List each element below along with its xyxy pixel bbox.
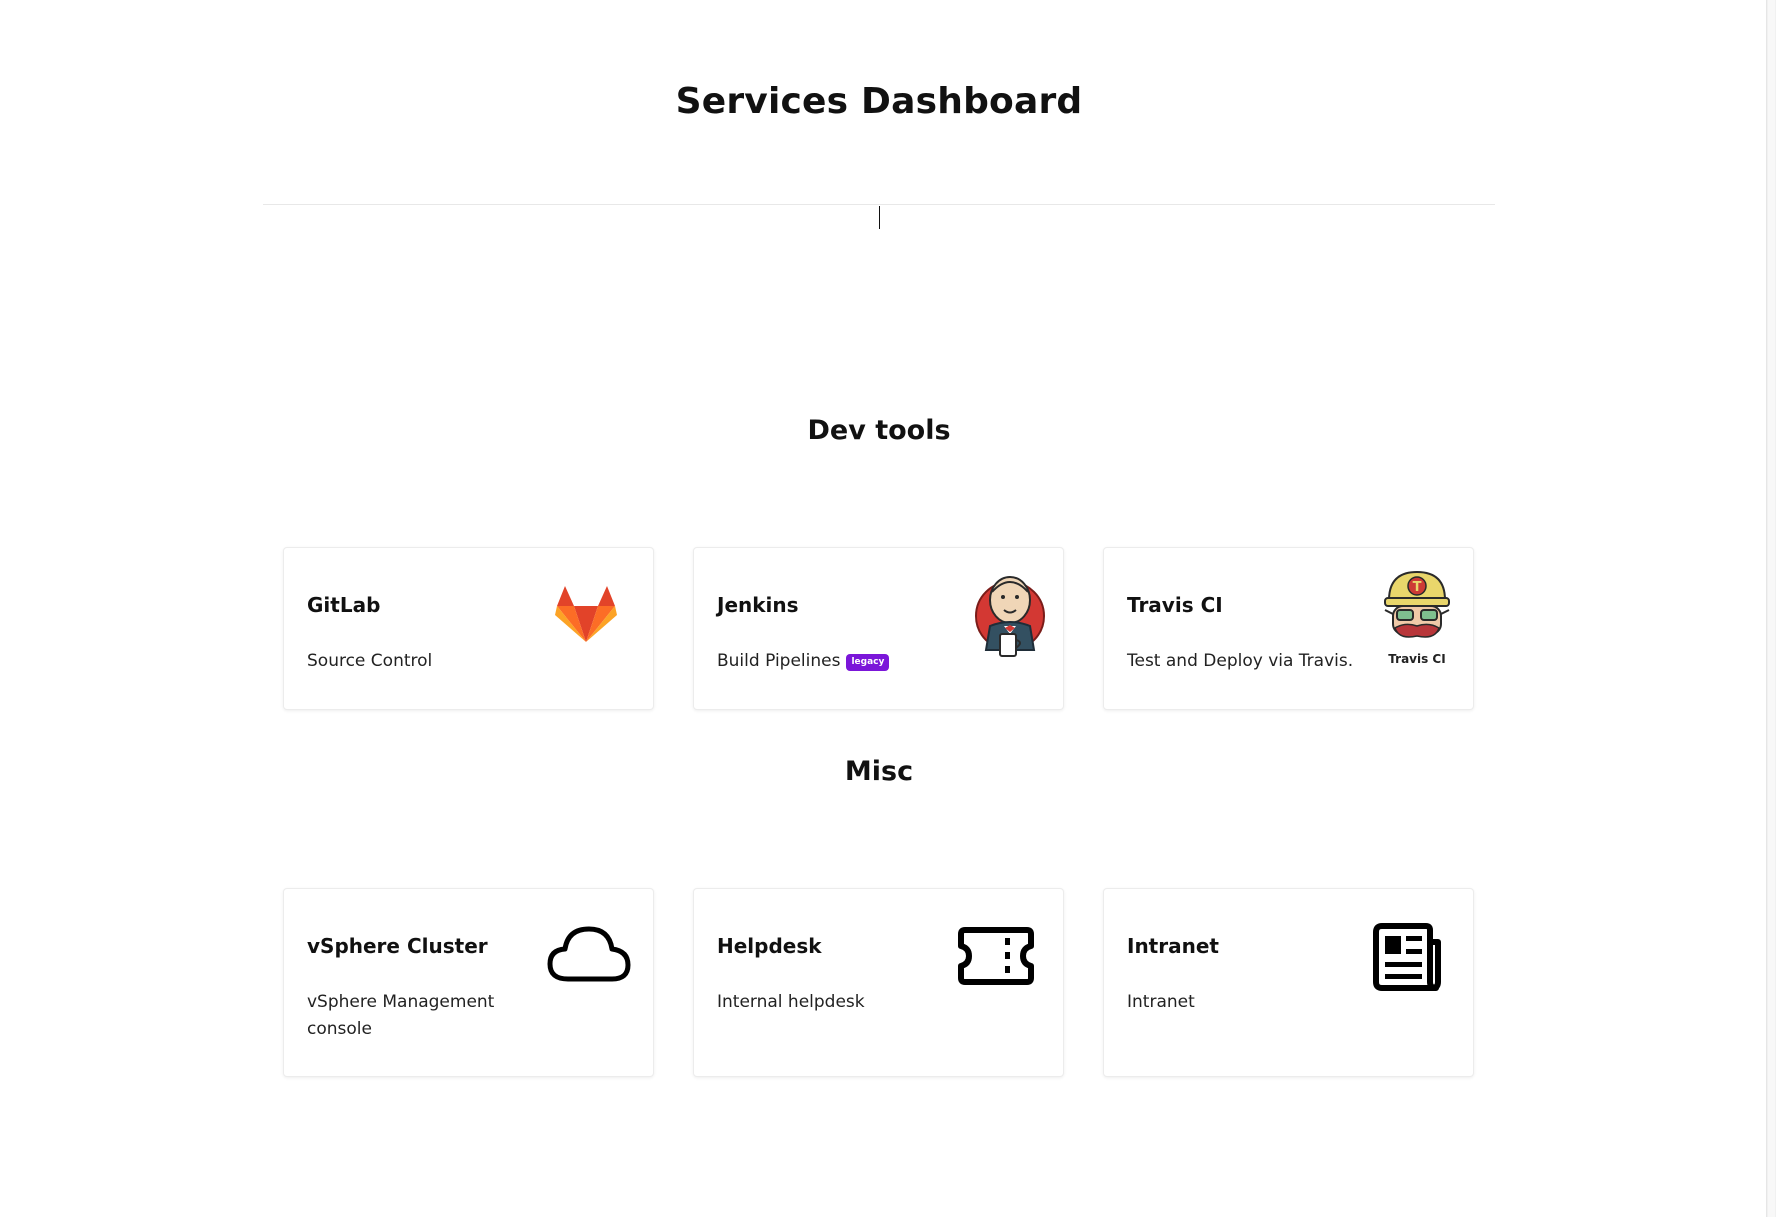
text-caret bbox=[879, 206, 880, 229]
gitlab-logo-icon bbox=[555, 586, 617, 642]
service-card-travis-ci[interactable]: Travis CI Test and Deploy via Travis. T … bbox=[1103, 547, 1474, 710]
service-name: vSphere Cluster bbox=[307, 934, 488, 958]
page: Services Dashboard Dev tools GitLab Sour… bbox=[0, 0, 1776, 1217]
search-underline bbox=[263, 204, 1495, 205]
service-description: Build Pipelines legacy bbox=[717, 648, 947, 675]
service-description-text: Build Pipelines bbox=[717, 651, 841, 671]
section-title-dev-tools: Dev tools bbox=[807, 415, 951, 446]
service-name: Jenkins bbox=[717, 593, 799, 617]
travis-ci-logo-text: Travis CI bbox=[1388, 652, 1446, 666]
service-description: Intranet bbox=[1127, 992, 1195, 1012]
ticket-icon bbox=[957, 926, 1035, 986]
jenkins-logo-icon bbox=[974, 570, 1046, 662]
legacy-badge: legacy bbox=[846, 654, 890, 671]
svg-text:T: T bbox=[1413, 580, 1422, 595]
section-title-misc: Misc bbox=[844, 756, 914, 787]
scrollbar-thumb[interactable] bbox=[1768, 0, 1775, 1217]
travis-ci-logo-icon: T Travis CI bbox=[1381, 570, 1453, 666]
page-scrollbar[interactable] bbox=[1766, 0, 1776, 1217]
service-card-jenkins[interactable]: Jenkins Build Pipelines legacy bbox=[693, 547, 1064, 710]
service-description: vSphere Management console bbox=[307, 992, 495, 1039]
page-title: Services Dashboard bbox=[675, 81, 1083, 122]
service-name: Intranet bbox=[1127, 934, 1219, 958]
misc-card-grid: vSphere Cluster vSphere Management conso… bbox=[283, 888, 1475, 1077]
dev-tools-card-grid: GitLab Source Control Jenkins Build Pipe… bbox=[283, 547, 1475, 710]
service-description: Test and Deploy via Travis. bbox=[1127, 651, 1354, 671]
service-card-vsphere-cluster[interactable]: vSphere Cluster vSphere Management conso… bbox=[283, 888, 654, 1077]
service-name: Travis CI bbox=[1127, 593, 1223, 617]
service-description: Source Control bbox=[307, 651, 433, 671]
search-input[interactable] bbox=[320, 196, 1442, 232]
service-card-intranet[interactable]: Intranet Intranet bbox=[1103, 888, 1474, 1077]
newspaper-icon bbox=[1372, 922, 1442, 992]
service-card-helpdesk[interactable]: Helpdesk Internal helpdesk bbox=[693, 888, 1064, 1077]
cloud-icon bbox=[546, 925, 632, 983]
service-name: GitLab bbox=[307, 593, 381, 617]
service-name: Helpdesk bbox=[717, 934, 822, 958]
service-card-gitlab[interactable]: GitLab Source Control bbox=[283, 547, 654, 710]
service-description: Internal helpdesk bbox=[717, 992, 865, 1012]
